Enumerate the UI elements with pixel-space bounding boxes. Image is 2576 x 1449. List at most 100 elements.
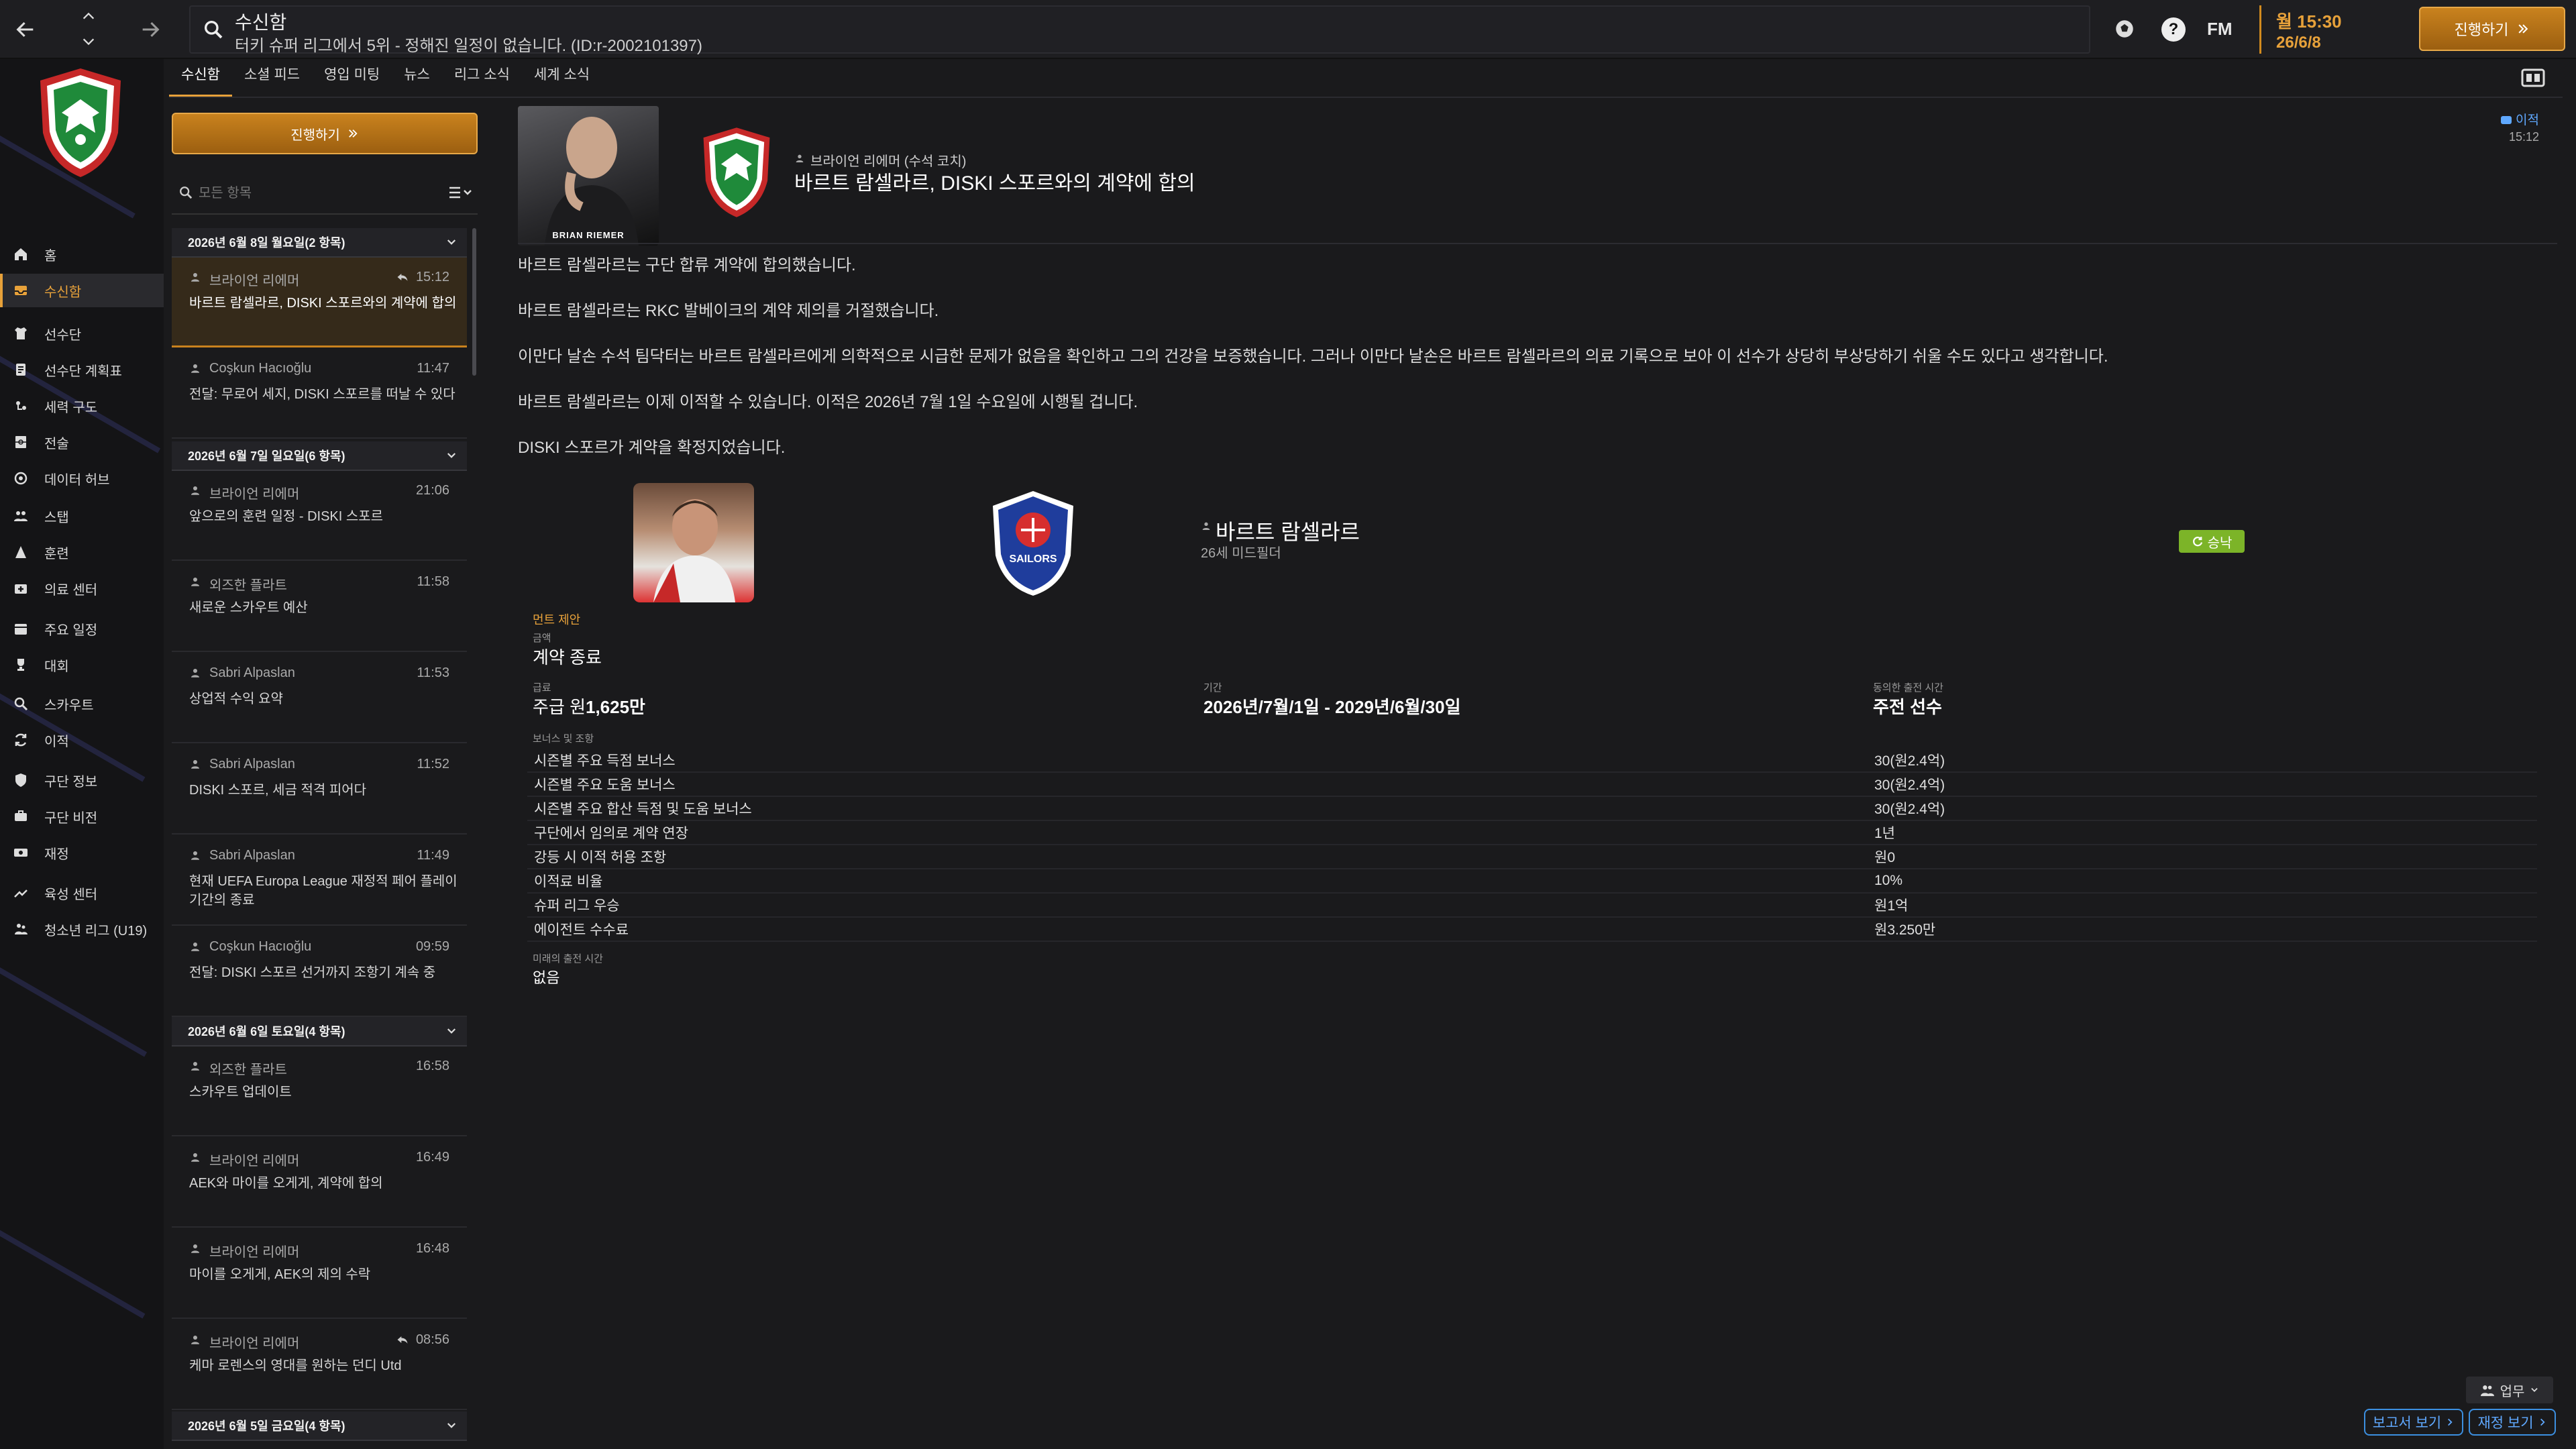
day-header[interactable]: 2026년 6월 6일 토요일(4 항목) xyxy=(172,1017,467,1046)
continue-button-secondary[interactable]: 진행하기 xyxy=(172,113,478,154)
layout-toggle-icon[interactable] xyxy=(2520,66,2546,90)
sidebar-item-inbox[interactable]: 수신함 xyxy=(0,274,164,307)
person-icon xyxy=(794,153,805,164)
sidebar-item-schedule[interactable]: 주요 일정 xyxy=(0,612,164,645)
date-time-panel[interactable]: 월 15:30 26/6/8 xyxy=(2259,5,2394,54)
list-scrollbar[interactable] xyxy=(472,228,476,376)
calendar-icon xyxy=(11,619,31,639)
tab-social-feed[interactable]: 소셜 피드 xyxy=(232,66,312,97)
list-item[interactable]: 브라이언 리에머 16:49 AEK와 마이를 오게게, 계약에 합의 xyxy=(172,1138,467,1228)
sidebar-item-competitions[interactable]: 대회 xyxy=(0,648,164,682)
chevron-down-icon xyxy=(445,1419,458,1432)
tab-league-news[interactable]: 리그 소식 xyxy=(442,66,522,97)
player-photo[interactable] xyxy=(633,483,754,602)
sidebar-item-dynamics[interactable]: 세력 구도 xyxy=(0,389,164,423)
sidebar-item-scouting[interactable]: 스카우트 xyxy=(0,687,164,720)
message-time: 16:48 xyxy=(415,1241,449,1256)
dynamics-icon xyxy=(11,396,31,416)
message-sender: Coşkun Hacıoğlu xyxy=(209,361,312,376)
sidebar-item-label: 구단 정보 xyxy=(44,774,98,790)
table-row: 시즌별 주요 득점 보너스 30(원2.4억) xyxy=(527,749,2537,773)
sidebar-item-squad-planner[interactable]: 선수단 계획표 xyxy=(0,353,164,386)
help-icon[interactable]: ? xyxy=(2161,17,2186,42)
bonus-value: 30(원2.4억) xyxy=(1874,753,1945,769)
person-icon xyxy=(189,758,201,770)
sidebar-item-squad[interactable]: 선수단 xyxy=(0,317,164,350)
club-crest-icon[interactable] xyxy=(35,66,126,180)
back-arrow-icon[interactable] xyxy=(12,16,39,43)
list-item[interactable]: 외즈한 플라트 11:58 새로운 스카우트 예산 xyxy=(172,562,467,652)
sidebar-item-dev-centre[interactable]: 육성 센터 xyxy=(0,876,164,910)
sidebar-item-medical[interactable]: 의료 센터 xyxy=(0,572,164,605)
message-subject: 마이를 오게게, AEK의 제의 수락 xyxy=(189,1267,371,1282)
tab-news[interactable]: 뉴스 xyxy=(392,66,442,97)
club-crest-icon[interactable] xyxy=(699,122,774,223)
search-bar[interactable]: 수신함 터키 슈퍼 리그에서 5위 - 정해진 일정이 없습니다. (ID:r-… xyxy=(189,5,2090,55)
view-report-button[interactable]: 보고서 보기 xyxy=(2364,1409,2463,1436)
person-icon xyxy=(1201,521,1212,531)
list-item[interactable]: Sabri Alpaslan 11:49 현재 UEFA Europa Leag… xyxy=(172,836,467,926)
message-subject: DISKI 스포르, 세금 적격 피어다 xyxy=(189,783,367,798)
tab-inbox[interactable]: 수신함 xyxy=(169,66,232,97)
forward-arrow-icon[interactable] xyxy=(137,16,164,43)
sidebar-item-training[interactable]: 훈련 xyxy=(0,535,164,569)
continue-button[interactable]: 진행하기 xyxy=(2419,7,2565,51)
sidebar-item-club-info[interactable]: 구단 정보 xyxy=(0,763,164,797)
list-item[interactable]: Sabri Alpaslan 11:52 DISKI 스포르, 세금 적격 피어… xyxy=(172,745,467,835)
sidebar-item-home[interactable]: 홈 xyxy=(0,237,164,271)
list-item[interactable]: Coşkun Hacıoğlu 09:59 전달: DISKI 스포르 선거까지… xyxy=(172,927,467,1017)
message-time: 21:06 xyxy=(415,483,449,498)
day-header[interactable]: 2026년 6월 7일 일요일(6 항목) xyxy=(172,441,467,471)
sidebar-item-finances[interactable]: 재정 xyxy=(0,836,164,869)
sort-menu-icon[interactable] xyxy=(448,185,475,200)
person-icon xyxy=(189,849,201,861)
message-time: 11:47 xyxy=(417,361,449,376)
sidebar-item-youth-league[interactable]: 청소년 리그 (U19) xyxy=(0,912,164,946)
chevron-down-icon[interactable] xyxy=(76,34,101,50)
club-vision-icon xyxy=(11,806,31,826)
table-row: 에이전트 수수료 원3.250만 xyxy=(527,918,2537,942)
day-header[interactable]: 2026년 6월 8일 월요일(2 항목) xyxy=(172,228,467,258)
sidebar-item-label: 세력 구도 xyxy=(44,400,98,415)
list-item[interactable]: 브라이언 리에머 15:12 바르트 람셀라르, DISKI 스포르와의 계약에… xyxy=(172,258,467,347)
people-icon xyxy=(2480,1385,2494,1397)
sidebar-item-club-vision[interactable]: 구단 비전 xyxy=(0,800,164,833)
list-item[interactable]: 브라이언 리에머 21:06 앞으로의 훈련 일정 - DISKI 스포르 xyxy=(172,471,467,561)
youth-icon xyxy=(11,919,31,939)
view-finances-button[interactable]: 재정 보기 xyxy=(2469,1409,2556,1436)
message-paragraph: 바르트 람셀라르는 이제 이적할 수 있습니다. 이적은 2026년 7월 1일… xyxy=(518,393,1138,411)
list-item[interactable]: Coşkun Hacıoğlu 11:47 전달: 무로어 세지, DISKI … xyxy=(172,349,467,439)
day-header-label: 2026년 6월 5일 금요일(4 항목) xyxy=(188,1419,345,1433)
tab-recruitment-meeting[interactable]: 영입 미팅 xyxy=(312,66,392,97)
coach-photo[interactable]: BRIAN RIEMER xyxy=(518,106,659,246)
sidebar-item-transfers[interactable]: 이적 xyxy=(0,723,164,757)
chevron-down-icon xyxy=(445,236,458,248)
sidebar-item-label: 청소년 리그 (U19) xyxy=(44,923,148,938)
list-item[interactable]: Sabri Alpaslan 11:53 상업적 수익 요약 xyxy=(172,653,467,743)
duty-button[interactable]: 업무 xyxy=(2466,1377,2553,1403)
sidebar-item-tactics[interactable]: 전술 xyxy=(0,425,164,459)
fm-menu-button[interactable]: FM xyxy=(2207,19,2233,40)
message-subject: 전달: 무로어 세지, DISKI 스포르를 떠날 수 있다 xyxy=(189,387,455,402)
message-subject: 스카우트 업데이트 xyxy=(189,1085,292,1099)
period-label: 기간 xyxy=(1203,682,1222,694)
person-icon xyxy=(189,271,201,283)
list-item[interactable]: 외즈한 플라트 16:58 스카우트 업데이트 xyxy=(172,1046,467,1136)
sidebar-item-data-hub[interactable]: 데이터 허브 xyxy=(0,462,164,495)
playing-time-value: 주전 선수 xyxy=(1873,697,1942,717)
chevron-up-icon[interactable] xyxy=(76,8,101,24)
future-playing-time-label: 미래의 출전 시간 xyxy=(533,953,603,965)
inbox-filter[interactable] xyxy=(172,172,478,215)
list-item[interactable]: 브라이언 리에머 16:48 마이를 오게게, AEK의 제의 수락 xyxy=(172,1229,467,1319)
sailors-club-crest-icon[interactable]: SAILORS xyxy=(986,488,1080,598)
filter-input[interactable] xyxy=(199,180,400,207)
tab-world-news[interactable]: 세계 소식 xyxy=(522,66,602,97)
day-header-label: 2026년 6월 8일 월요일(2 항목) xyxy=(188,236,345,250)
message-time: 15:12 xyxy=(415,270,449,284)
sidebar-item-staff[interactable]: 스탭 xyxy=(0,499,164,533)
football-icon[interactable] xyxy=(2113,17,2136,40)
day-header[interactable]: 2026년 6월 5일 금요일(4 항목) xyxy=(172,1411,467,1441)
list-item[interactable]: 브라이언 리에머 08:56 케마 로렌스의 영대를 원하는 던디 Utd xyxy=(172,1320,467,1410)
message-paragraph: 바르트 람셀라르는 구단 합류 계약에 합의했습니다. xyxy=(518,256,856,274)
continue-label: 진행하기 xyxy=(290,127,340,143)
